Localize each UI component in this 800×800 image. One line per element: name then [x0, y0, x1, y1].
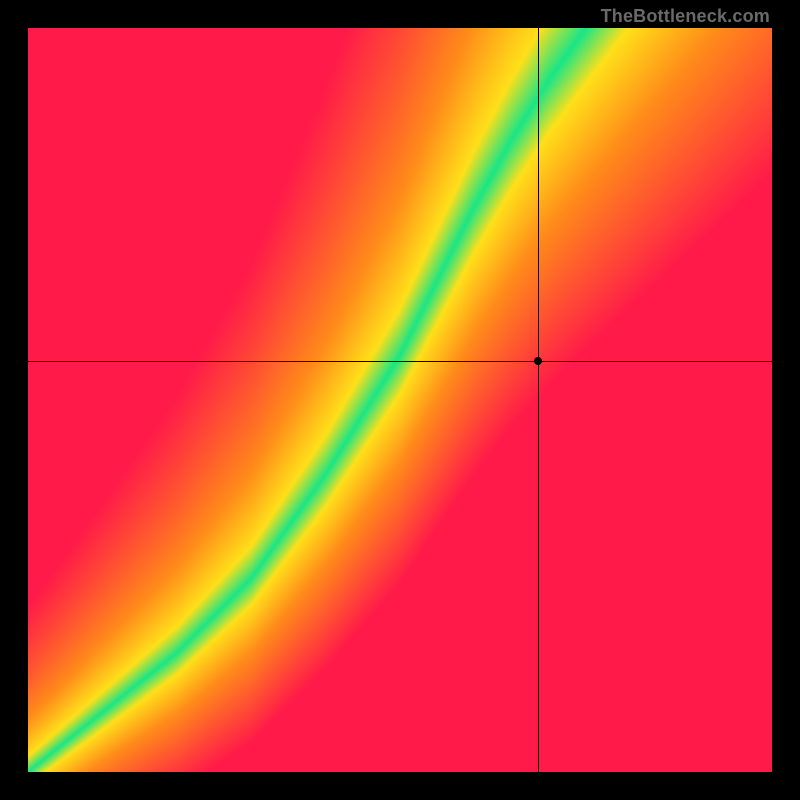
- heatmap-chart: [28, 28, 772, 772]
- watermark-text: TheBottleneck.com: [601, 6, 770, 27]
- marker-point: [534, 357, 542, 365]
- crosshair-vertical: [538, 28, 539, 772]
- heatmap-canvas: [28, 28, 772, 772]
- crosshair-horizontal: [28, 361, 772, 362]
